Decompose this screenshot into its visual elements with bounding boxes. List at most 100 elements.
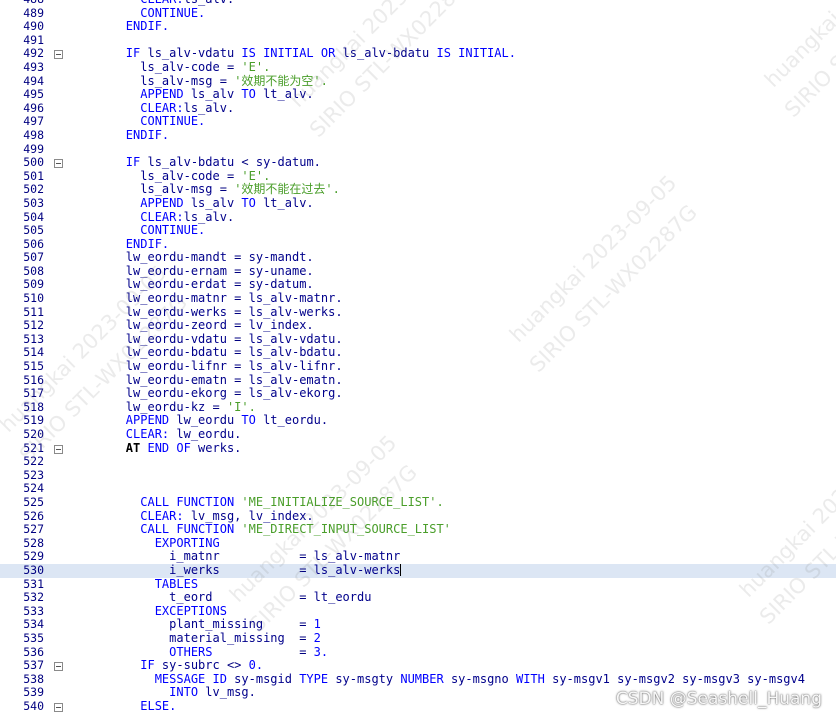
code-token: ls_alv-bdatu	[335, 46, 437, 61]
code-line[interactable]: 532 t_eord = lt_eordu	[0, 590, 836, 605]
code-line[interactable]: 537 IF sy-subrc <> 0.	[0, 658, 836, 673]
code-text: APPEND ls_alv TO lt_alv.	[68, 195, 313, 211]
code-line[interactable]: 520 CLEAR: lw_eordu.	[0, 427, 836, 442]
code-line[interactable]: 489 CONTINUE.	[0, 6, 836, 21]
code-token: sy-uname.	[241, 263, 314, 278]
code-line[interactable]: 498 ENDIF.	[0, 128, 836, 143]
code-token: ls_alv	[183, 195, 242, 210]
code-line[interactable]: 529 i_matnr = ls_alv-matnr	[0, 550, 836, 564]
code-text: ls_alv-msg = '效期不能为空'.	[68, 74, 328, 89]
code-text: INTO lv_msg.	[68, 685, 256, 700]
code-token: TO	[241, 87, 256, 102]
code-line[interactable]: 524	[0, 482, 836, 496]
code-token: lt_eordu.	[255, 413, 329, 428]
code-line[interactable]: 508 lw_eordu-ernam = sy-uname.	[0, 263, 836, 279]
line-number: 527	[23, 522, 44, 537]
code-line[interactable]: 500 IF ls_alv-bdatu < sy-datum.	[0, 155, 836, 170]
code-text: i_werks = ls_alv-werks	[68, 562, 402, 578]
code-line[interactable]: 497 CONTINUE.	[0, 115, 836, 129]
code-token: ls_alv-bdatu	[140, 155, 242, 170]
code-token: =	[219, 182, 227, 197]
code-line[interactable]: 538 MESSAGE ID sy-msgid TYPE sy-msgty NU…	[0, 671, 836, 687]
line-number: 540	[23, 698, 44, 713]
code-token: IS INITIAL OR	[241, 46, 336, 61]
code-line[interactable]: 528 EXPORTING	[0, 535, 836, 551]
code-line[interactable]: 494 ls_alv-msg = '效期不能为空'.	[0, 74, 836, 89]
code-token: lt_alv.	[255, 87, 314, 102]
fold-toggle-icon[interactable]	[54, 662, 63, 672]
fold-toggle-icon[interactable]	[54, 702, 63, 712]
code-line[interactable]: 526 CLEAR: lv_msg, lv_index.	[0, 509, 836, 524]
code-line[interactable]: 511 lw_eordu-werks = ls_alv-werks.	[0, 304, 836, 320]
line-number: 524	[23, 481, 44, 496]
line-number: 531	[23, 576, 44, 591]
code-token: lw_eordu-werks	[125, 304, 235, 319]
code-token: 3.	[306, 644, 329, 659]
code-line[interactable]: 515 lw_eordu-lifnr = ls_alv-lifnr.	[0, 359, 836, 374]
code-line[interactable]: 513 lw_eordu-vdatu = ls_alv-vdatu.	[0, 332, 836, 347]
code-line[interactable]: 522	[0, 455, 836, 469]
code-text: lw_eordu-matnr = ls_alv-matnr.	[68, 291, 343, 306]
line-number: 514	[23, 345, 44, 360]
code-line[interactable]: 517 lw_eordu-ekorg = ls_alv-ekorg.	[0, 386, 836, 401]
code-line[interactable]: 495 APPEND ls_alv TO lt_alv.	[0, 87, 836, 102]
code-line[interactable]: 490 ENDIF.	[0, 19, 836, 34]
line-number: 515	[23, 359, 44, 374]
code-line[interactable]: 527 CALL FUNCTION 'ME_DIRECT_INPUT_SOURC…	[0, 522, 836, 537]
code-line[interactable]: 535 material_missing = 2	[0, 630, 836, 646]
code-line[interactable]: 516 lw_eordu-ematn = ls_alv-ematn.	[0, 372, 836, 388]
code-token: ELSE.	[140, 698, 177, 713]
fold-toggle-icon[interactable]	[54, 159, 63, 169]
code-token: material_missing	[169, 630, 300, 645]
code-token: ls_alv	[183, 87, 242, 102]
code-line[interactable]: 536 OTHERS = 3.	[0, 644, 836, 660]
code-line-current[interactable]: 530 i_werks = ls_alv-werks	[0, 562, 836, 578]
code-text: ENDIF.	[68, 128, 169, 143]
code-line[interactable]: 502 ls_alv-msg = '效期不能在过去'.	[0, 183, 836, 197]
code-token: APPEND	[140, 87, 184, 102]
code-line[interactable]: 523	[0, 468, 836, 483]
line-number: 510	[23, 291, 44, 306]
code-line[interactable]: 518 lw_eordu-kz = 'I'.	[0, 400, 836, 415]
line-number: 529	[23, 549, 44, 564]
code-line[interactable]: 519 APPEND lw_eordu TO lt_eordu.	[0, 414, 836, 428]
code-text: CALL FUNCTION 'ME_INITIALIZE_SOURCE_LIST…	[68, 495, 443, 510]
code-line[interactable]: 499	[0, 142, 836, 157]
line-number: 538	[23, 671, 44, 686]
code-editor[interactable]: 488 CLEAR:ls_alv.489 CONTINUE.490 ENDIF.…	[0, 0, 836, 713]
code-text: IF ls_alv-vdatu IS INITIAL OR ls_alv-bda…	[68, 47, 516, 61]
code-token: ls_alv-ematn.	[241, 372, 343, 387]
code-line[interactable]: 531 TABLES	[0, 576, 836, 592]
code-line[interactable]: 512 lw_eordu-zeord = lv_index.	[0, 318, 836, 333]
code-line[interactable]: 503 APPEND ls_alv TO lt_alv.	[0, 195, 836, 211]
code-line[interactable]: 496 CLEAR:ls_alv.	[0, 100, 836, 116]
code-line[interactable]: 514 lw_eordu-bdatu = ls_alv-bdatu.	[0, 346, 836, 360]
code-line[interactable]: 533 EXCEPTIONS	[0, 603, 836, 619]
code-line[interactable]: 492 IF ls_alv-vdatu IS INITIAL OR ls_alv…	[0, 47, 836, 61]
code-line[interactable]: 525 CALL FUNCTION 'ME_INITIALIZE_SOURCE_…	[0, 495, 836, 510]
code-line[interactable]: 521 AT END OF werks.	[0, 441, 836, 456]
code-line[interactable]: 510 lw_eordu-matnr = ls_alv-matnr.	[0, 291, 836, 306]
code-line[interactable]: 493 ls_alv-code = 'E'.	[0, 60, 836, 75]
code-text: lw_eordu-ematn = ls_alv-ematn.	[68, 372, 343, 388]
code-line[interactable]: 534 plant_missing = 1	[0, 618, 836, 632]
fold-toggle-icon[interactable]	[54, 50, 63, 60]
code-line[interactable]: 491	[0, 33, 836, 48]
code-token: IF	[140, 658, 155, 673]
fold-toggle-icon[interactable]	[54, 444, 63, 454]
code-line[interactable]: 507 lw_eordu-mandt = sy-mandt.	[0, 250, 836, 265]
code-line[interactable]: 509 lw_eordu-erdat = sy-datum.	[0, 278, 836, 292]
code-token: EXPORTING	[154, 535, 220, 550]
code-token: lw_eordu-lifnr	[125, 359, 235, 374]
code-line[interactable]: 506 ENDIF.	[0, 237, 836, 252]
code-token: lv_msg.	[198, 685, 256, 700]
code-token: CLEAR:	[125, 427, 170, 441]
code-token: lw_eordu-bdatu	[125, 345, 235, 360]
line-number: 496	[23, 100, 44, 115]
code-token: ls_alv-werks	[306, 562, 401, 577]
line-number: 533	[23, 603, 44, 618]
code-line[interactable]: 504 CLEAR:ls_alv.	[0, 210, 836, 225]
code-line[interactable]: 505 CONTINUE.	[0, 223, 836, 238]
line-number: 530	[23, 562, 44, 577]
code-text: TABLES	[68, 577, 198, 592]
